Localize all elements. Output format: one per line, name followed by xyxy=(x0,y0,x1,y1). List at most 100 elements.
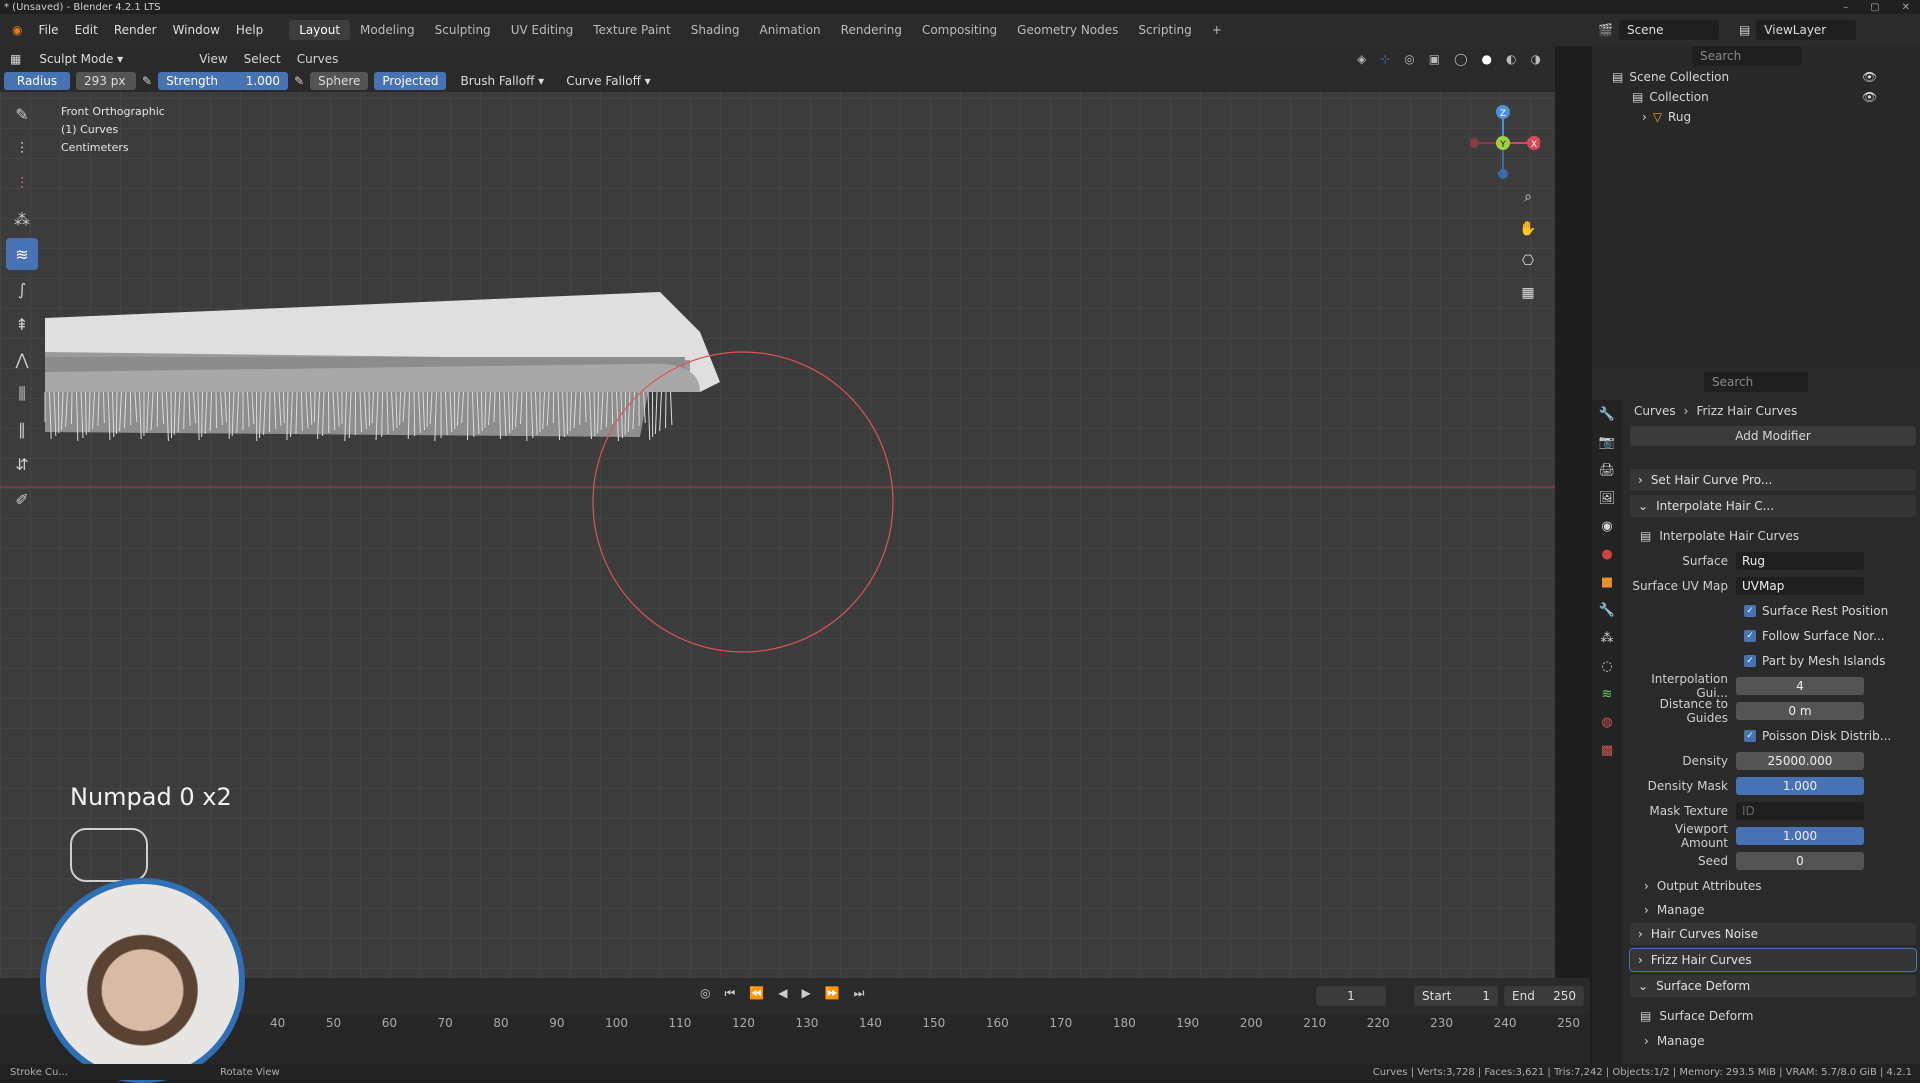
strength-field[interactable]: Strength1.000 xyxy=(158,72,288,90)
blender-logo-icon[interactable]: ◉ xyxy=(6,21,28,39)
overlay-icon[interactable]: ◎ xyxy=(1404,52,1414,66)
grow-shrink-tool-icon[interactable]: ⇞ xyxy=(6,308,38,340)
gizmo-icon[interactable]: ⊹ xyxy=(1380,52,1390,66)
menu-edit[interactable]: Edit xyxy=(69,21,104,39)
zoom-icon[interactable]: ⌕ xyxy=(1516,185,1540,209)
modifier-surface-deform[interactable]: ⌄Surface Deform xyxy=(1630,975,1916,997)
manage-panel[interactable]: ›Manage xyxy=(1630,899,1916,921)
visibility-icon[interactable]: ◈ xyxy=(1357,52,1366,66)
properties-search[interactable]: Search xyxy=(1704,372,1808,392)
mode-selector[interactable]: Sculpt Mode ▾ xyxy=(31,50,131,68)
viewlayer-icon[interactable]: ▤ xyxy=(1739,23,1750,37)
sphere-toggle[interactable]: Sphere xyxy=(310,72,368,90)
density-field[interactable]: 25000.000 xyxy=(1736,752,1864,770)
tab-rendering[interactable]: Rendering xyxy=(831,20,912,40)
camera-icon[interactable]: ⎔ xyxy=(1516,249,1540,273)
outliner-search[interactable]: Search xyxy=(1692,46,1802,66)
poisson-checkbox[interactable]: ✓Poisson Disk Distrib... xyxy=(1630,725,1916,747)
snake-hook-tool-icon[interactable]: ∫ xyxy=(6,273,38,305)
modifier-frizz-hair[interactable]: ›Frizz Hair Curves xyxy=(1630,949,1916,971)
3d-viewport[interactable] xyxy=(0,92,1555,978)
modifier-hair-noise[interactable]: ›Hair Curves Noise xyxy=(1630,923,1916,945)
world-tab-icon[interactable]: ● xyxy=(1592,540,1622,568)
play-icon[interactable]: ▶ xyxy=(801,986,810,1001)
pinch-tool-icon[interactable]: ⋀ xyxy=(6,343,38,375)
tab-uv-editing[interactable]: UV Editing xyxy=(501,20,584,40)
keyframe-prev-icon[interactable]: ⏪ xyxy=(749,986,764,1001)
tab-layout[interactable]: Layout xyxy=(289,20,350,40)
particles-tab-icon[interactable]: ⁂ xyxy=(1592,624,1622,652)
navigation-gizmo[interactable]: Z Y X xyxy=(1470,100,1540,190)
modifier-tab-icon[interactable]: 🔧 xyxy=(1592,596,1622,624)
end-frame-field[interactable]: End250 xyxy=(1504,986,1584,1006)
object-tab-icon[interactable]: ■ xyxy=(1592,568,1622,596)
smooth-tool-icon[interactable]: ∥ xyxy=(6,413,38,445)
tab-modeling[interactable]: Modeling xyxy=(350,20,425,40)
menu-curves[interactable]: Curves xyxy=(289,52,347,66)
menu-view[interactable]: View xyxy=(191,52,235,66)
eye-icon[interactable]: 👁 xyxy=(1862,70,1877,84)
rendered-shading-icon[interactable]: ◑ xyxy=(1531,52,1541,66)
maximize-icon[interactable]: ▢ xyxy=(1870,2,1879,13)
selection-paint-tool-icon[interactable]: ✎ xyxy=(6,98,38,130)
node-group-row[interactable]: ▤Interpolate Hair Curves xyxy=(1630,525,1916,547)
data-tab-icon[interactable]: ≋ xyxy=(1592,680,1622,708)
menu-window[interactable]: Window xyxy=(167,21,226,39)
physics-tab-icon[interactable]: ◌ xyxy=(1592,652,1622,680)
scene-icon[interactable]: 🎬 xyxy=(1598,23,1613,37)
start-frame-field[interactable]: Start1 xyxy=(1414,986,1498,1006)
part-islands-checkbox[interactable]: ✓Part by Mesh Islands xyxy=(1630,650,1916,672)
surface-rest-checkbox[interactable]: ✓Surface Rest Position xyxy=(1630,600,1916,622)
viewlayer-selector[interactable]: ViewLayer xyxy=(1756,20,1856,40)
menu-file[interactable]: File xyxy=(32,21,64,39)
pan-icon[interactable]: ✋ xyxy=(1516,217,1540,241)
projected-toggle[interactable]: Projected xyxy=(374,72,446,90)
slide-tool-icon[interactable]: ⇵ xyxy=(6,448,38,480)
view-layer-tab-icon[interactable]: 🖼 xyxy=(1592,484,1622,512)
uvmap-field[interactable]: UVMap xyxy=(1736,577,1864,595)
strength-pen-icon[interactable]: ✎ xyxy=(294,74,304,88)
mask-texture-field[interactable]: ID xyxy=(1736,802,1864,820)
seed-field[interactable]: 0 xyxy=(1736,852,1864,870)
comb-tool-icon[interactable]: ≋ xyxy=(6,238,38,270)
outliner-rug[interactable]: ›▽Rug xyxy=(1642,110,1691,124)
add-curves-tool-icon[interactable]: ⫶ xyxy=(6,133,38,165)
jump-end-icon[interactable]: ⏭ xyxy=(854,986,865,1001)
menu-help[interactable]: Help xyxy=(230,21,269,39)
output-attributes-panel[interactable]: ›Output Attributes xyxy=(1630,875,1916,897)
close-icon[interactable]: ✕ xyxy=(1902,2,1910,13)
xray-icon[interactable]: ▣ xyxy=(1429,52,1440,66)
tab-scripting[interactable]: Scripting xyxy=(1128,20,1201,40)
editor-type-icon[interactable]: ▦ xyxy=(0,52,31,66)
tab-compositing[interactable]: Compositing xyxy=(912,20,1007,40)
menu-select[interactable]: Select xyxy=(236,52,289,66)
outliner-scene-collection[interactable]: ▤Scene Collection xyxy=(1612,70,1729,84)
manage-panel-2[interactable]: ›Manage xyxy=(1630,1030,1916,1052)
expand-icon[interactable]: › xyxy=(1642,110,1647,124)
outliner-collection[interactable]: ▤Collection xyxy=(1632,90,1709,104)
puff-tool-icon[interactable]: ⫼ xyxy=(6,378,38,410)
tab-texture-paint[interactable]: Texture Paint xyxy=(583,20,680,40)
render-tab-icon[interactable]: 📷 xyxy=(1592,428,1622,456)
texture-tab-icon[interactable]: ▩ xyxy=(1592,736,1622,764)
scene-selector[interactable]: Scene xyxy=(1619,20,1719,40)
dist-guides-field[interactable]: 0 m xyxy=(1736,702,1864,720)
eye-icon[interactable]: 👁 xyxy=(1862,90,1877,104)
material-tab-icon[interactable]: ◍ xyxy=(1592,708,1622,736)
play-reverse-icon[interactable]: ◀ xyxy=(778,986,787,1001)
surface-deform-group-row[interactable]: ▤Surface Deform xyxy=(1630,1005,1916,1027)
delete-curves-tool-icon[interactable]: ⫶ xyxy=(6,168,38,200)
record-icon[interactable]: ◎ xyxy=(700,986,710,1001)
tab-geometry-nodes[interactable]: Geometry Nodes xyxy=(1007,20,1128,40)
wireframe-shading-icon[interactable]: ◯ xyxy=(1454,52,1467,66)
brush-falloff-dropdown[interactable]: Brush Falloff ▾ xyxy=(452,72,552,90)
add-workspace-icon[interactable]: + xyxy=(1202,20,1232,40)
scene-tab-icon[interactable]: ◉ xyxy=(1592,512,1622,540)
material-shading-icon[interactable]: ◐ xyxy=(1506,52,1516,66)
tool-tab-icon[interactable]: 🔧 xyxy=(1592,400,1622,428)
add-modifier-button[interactable]: Add Modifier xyxy=(1630,426,1916,446)
solid-shading-icon[interactable]: ● xyxy=(1482,52,1492,66)
viewport-amount-field[interactable]: 1.000 xyxy=(1736,827,1864,845)
minimize-icon[interactable]: – xyxy=(1843,2,1848,13)
jump-start-icon[interactable]: ⏮ xyxy=(724,986,735,1001)
